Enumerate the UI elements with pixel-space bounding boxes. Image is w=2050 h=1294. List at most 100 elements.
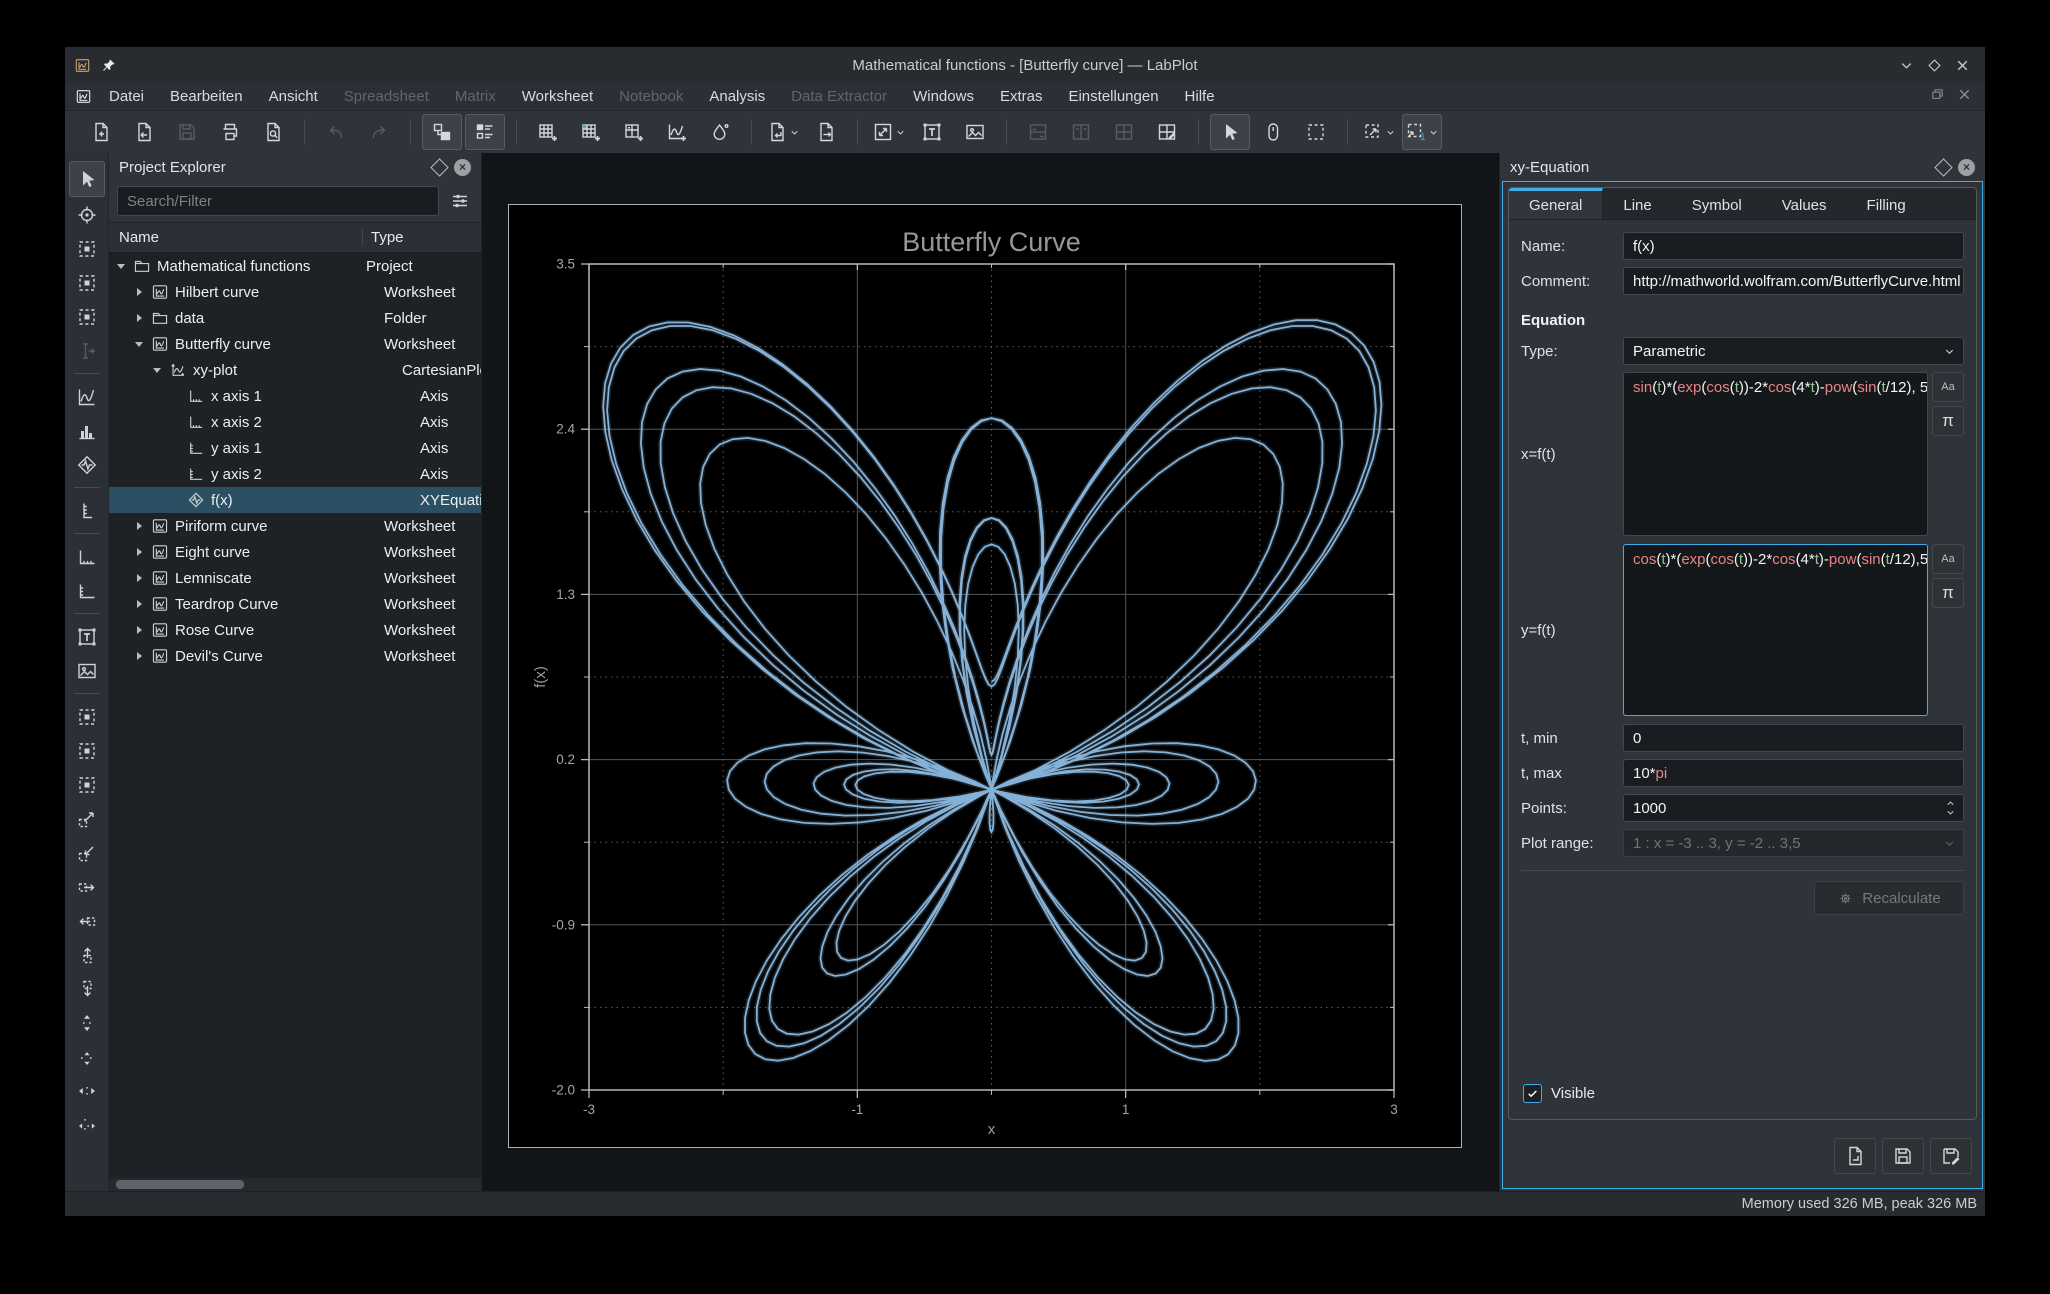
select-mode-button[interactable] — [1210, 114, 1250, 150]
y-functions-button[interactable]: π — [1932, 578, 1964, 608]
worksheet-view[interactable]: 3.5 2.4 1.3 0.2 -0.9 -2.0 -3 -1 1 3 Butterfly Curv… — [482, 153, 1500, 1191]
column-header-name[interactable]: Name — [109, 229, 363, 246]
scale-auto-x-button[interactable] — [69, 1040, 105, 1073]
ws-select-button[interactable] — [68, 161, 105, 197]
tree-row-lemniscate[interactable]: Lemniscate Worksheet — [109, 565, 481, 591]
toggle-project-explorer-button[interactable] — [422, 114, 462, 150]
export-button[interactable] — [806, 114, 846, 150]
add-text-label-button[interactable] — [912, 114, 952, 150]
scale-fit-button[interactable] — [69, 1108, 105, 1141]
props-float-icon[interactable] — [1934, 157, 1953, 177]
tab-symbol[interactable]: Symbol — [1672, 188, 1762, 219]
expander-icon[interactable] — [133, 597, 147, 611]
add-image-button[interactable] — [955, 114, 995, 150]
points-spinbox[interactable]: 1000 — [1623, 794, 1964, 822]
ws-zoom-x-select-button[interactable] — [69, 266, 105, 299]
tab-general[interactable]: General — [1509, 188, 1604, 219]
navigate-mode-button[interactable] — [1253, 114, 1293, 150]
new-plot-button[interactable] — [657, 114, 697, 150]
add-y-axis-button[interactable] — [69, 574, 105, 607]
scale-auto-button[interactable] — [69, 1074, 105, 1107]
menu-einstellungen[interactable]: Einstellungen — [1055, 86, 1171, 107]
add-axis-button[interactable] — [69, 494, 105, 527]
tree-row-eight-curve[interactable]: Eight curve Worksheet — [109, 539, 481, 565]
expander-icon[interactable] — [151, 363, 165, 377]
tree-row-mathematical-functions[interactable]: Mathematical functions Project — [109, 253, 481, 279]
expander-icon[interactable] — [133, 311, 147, 325]
zoom-select-mode-button[interactable] — [1296, 114, 1336, 150]
expander-icon[interactable] — [133, 649, 147, 663]
print-preview-button[interactable] — [253, 114, 293, 150]
y-constants-button[interactable]: Aa — [1932, 544, 1964, 574]
pin-icon[interactable] — [100, 57, 117, 74]
tree-row-teardrop-curve[interactable]: Teardrop Curve Worksheet — [109, 591, 481, 617]
ws-zoom-select-button[interactable] — [69, 232, 105, 265]
ws-zoom-y-select-button[interactable] — [69, 300, 105, 333]
add-x-axis-button[interactable] — [69, 540, 105, 573]
tree-row-data[interactable]: data Folder — [109, 305, 481, 331]
dock-float-icon[interactable] — [430, 157, 449, 177]
menu-bearbeiten[interactable]: Bearbeiten — [157, 86, 256, 107]
filter-options-button[interactable] — [447, 188, 473, 214]
tree-row-rose-curve[interactable]: Rose Curve Worksheet — [109, 617, 481, 643]
import-button[interactable] — [763, 114, 803, 150]
tree-column-headers[interactable]: Name Type — [109, 222, 481, 253]
comment-field[interactable]: http://mathworld.wolfram.com/ButterflyCu… — [1623, 267, 1964, 295]
tree-row-devil-s-curve[interactable]: Devil's Curve Worksheet — [109, 643, 481, 669]
expander-icon[interactable] — [133, 519, 147, 533]
tree-row-y-axis-2[interactable]: y axis 2 Axis — [109, 461, 481, 487]
tree-row-x-axis-2[interactable]: x axis 2 Axis — [109, 409, 481, 435]
tree-row-xy-plot[interactable]: xy-plot CartesianPlot — [109, 357, 481, 383]
new-spreadsheet-button[interactable] — [528, 114, 568, 150]
minimize-button[interactable] — [1895, 54, 1917, 76]
new-matrix-button[interactable] — [571, 114, 611, 150]
scale-auto-y-button[interactable] — [69, 1006, 105, 1039]
menu-ansicht[interactable]: Ansicht — [256, 86, 331, 107]
print-button[interactable] — [210, 114, 250, 150]
menu-extras[interactable]: Extras — [987, 86, 1056, 107]
tree-row-y-axis-1[interactable]: y axis 1 Axis — [109, 435, 481, 461]
mdi-close-icon[interactable] — [1956, 86, 1973, 107]
scrollbar-thumb[interactable] — [116, 1180, 244, 1189]
tree-row-f-x[interactable]: f(x) XYEquationCurve — [109, 487, 481, 513]
maximize-button[interactable] — [1923, 54, 1945, 76]
zoom-in-button[interactable] — [69, 802, 105, 835]
zoom-region-button[interactable] — [69, 700, 105, 733]
dock-close-icon[interactable]: × — [454, 158, 471, 176]
expander-icon[interactable] — [133, 337, 147, 351]
name-field[interactable]: f(x) — [1623, 232, 1964, 260]
x-functions-button[interactable]: π — [1932, 406, 1964, 436]
load-function-button[interactable] — [1834, 1138, 1876, 1174]
menu-datei[interactable]: Datei — [96, 86, 157, 107]
tab-filling[interactable]: Filling — [1847, 188, 1926, 219]
menu-analysis[interactable]: Analysis — [696, 86, 778, 107]
x-constants-button[interactable]: Aa — [1932, 372, 1964, 402]
add-histogram-button[interactable] — [69, 414, 105, 447]
break-layout-button[interactable] — [1147, 114, 1187, 150]
expander-icon[interactable] — [115, 259, 129, 273]
tree-row-butterfly-curve[interactable]: Butterfly curve Worksheet — [109, 331, 481, 357]
expander-icon[interactable] — [133, 571, 147, 585]
mdi-restore-icon[interactable] — [1929, 86, 1946, 107]
tree-row-piriform-curve[interactable]: Piriform curve Worksheet — [109, 513, 481, 539]
horizontal-scrollbar[interactable] — [109, 1178, 481, 1191]
tab-line[interactable]: Line — [1603, 188, 1671, 219]
expander-icon[interactable] — [133, 623, 147, 637]
shift-up-button[interactable] — [69, 938, 105, 971]
new-project-button[interactable] — [81, 114, 121, 150]
toggle-properties-dock-button[interactable] — [465, 114, 505, 150]
worksheet-zoom-button[interactable] — [869, 114, 909, 150]
save-function-as-button[interactable] — [1930, 1138, 1972, 1174]
magnification-button[interactable] — [1359, 114, 1399, 150]
search-input[interactable]: Search/Filter — [117, 186, 439, 216]
ws-crosshair-button[interactable] — [69, 198, 105, 231]
menu-worksheet[interactable]: Worksheet — [509, 86, 606, 107]
tree-row-x-axis-1[interactable]: x axis 1 Axis — [109, 383, 481, 409]
open-project-button[interactable] — [124, 114, 164, 150]
spin-down-icon[interactable] — [1945, 807, 1956, 818]
tree-row-hilbert-curve[interactable]: Hilbert curve Worksheet — [109, 279, 481, 305]
expander-icon[interactable] — [133, 545, 147, 559]
worksheet-page[interactable]: 3.5 2.4 1.3 0.2 -0.9 -2.0 -3 -1 1 3 Butterfly Curv… — [508, 204, 1462, 1148]
y-equation-field[interactable]: cos(t)*(exp(cos(t))-2*cos(4*t)-pow(sin(t… — [1623, 544, 1928, 716]
zoom-x-region-button[interactable] — [69, 734, 105, 767]
